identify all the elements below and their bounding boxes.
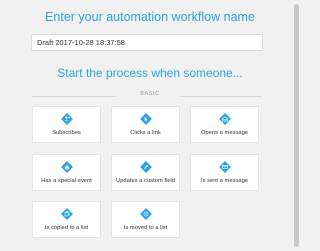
edit-field-icon [140,161,152,173]
trigger-card-label: Has a special event [41,178,92,184]
workflow-name-input[interactable] [31,34,263,51]
trigger-card-label: Clicks a link [130,130,161,136]
section-divider-right [180,95,262,97]
trigger-card-subscribes[interactable]: Subscribes [32,106,101,143]
trigger-card-moved-to-list[interactable]: Is moved to a list [111,201,180,238]
trigger-card-label: Is sent a message [200,178,249,184]
trigger-card-label: Is moved to a list [123,225,168,231]
open-message-icon [219,113,231,125]
click-icon [140,113,152,125]
copy-list-icon [61,208,73,220]
workflow-name-heading: Enter your automation workflow name [45,10,255,24]
event-icon [61,161,73,173]
trigger-heading: Start the process when someone... [57,66,243,80]
trigger-card-special-event[interactable]: Has a special event [32,154,101,191]
vertical-scrollbar[interactable] [292,0,300,251]
trigger-card-opens-message[interactable]: Opens a message [190,106,259,143]
trigger-card-label: Updates a custom field [116,178,175,184]
subscribe-icon [61,113,73,125]
scrollbar-thumb[interactable] [293,4,299,247]
trigger-card-sent-message[interactable]: Is sent a message [190,154,259,191]
move-list-icon [140,208,152,220]
trigger-card-updates-field[interactable]: Updates a custom field [111,154,180,191]
trigger-card-label: Opens a message [200,130,249,136]
trigger-card-label: Subscribes [52,130,81,136]
trigger-card-label: Is copied to a list [44,225,89,231]
trigger-card-clicks-link[interactable]: Clicks a link [111,106,180,143]
trigger-card-copied-to-list[interactable]: Is copied to a list [32,201,101,238]
send-message-icon [219,161,231,173]
